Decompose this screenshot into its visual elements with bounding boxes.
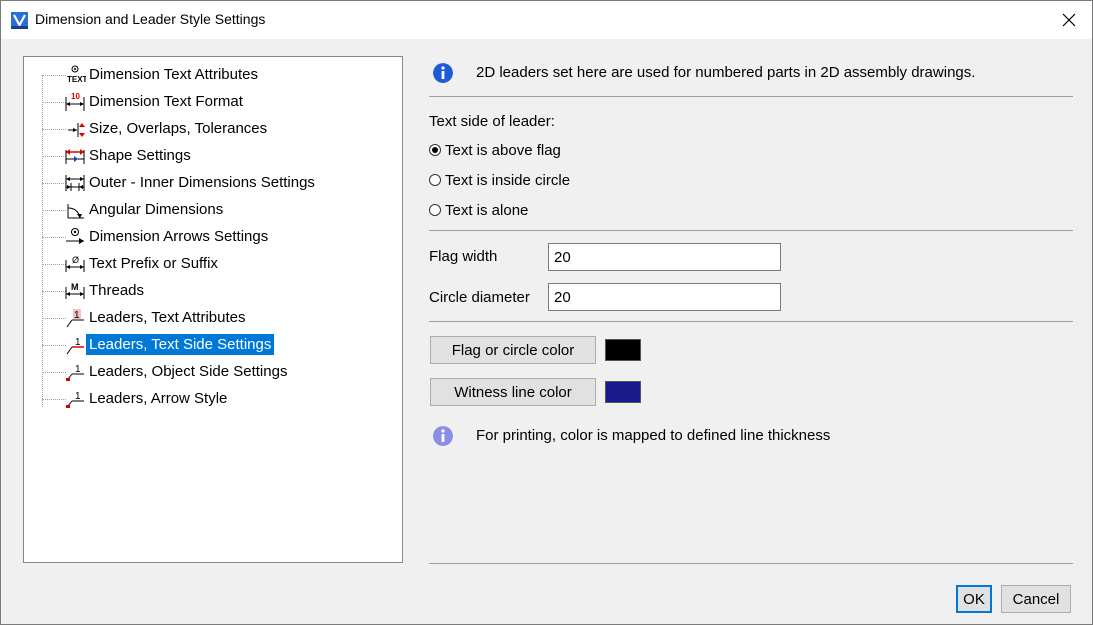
tree-item-text-prefix-suffix[interactable]: Ø Text Prefix or Suffix — [24, 252, 402, 276]
info-icon — [433, 426, 453, 446]
outer-inner-dimensions-icon — [65, 175, 85, 191]
close-button[interactable] — [1046, 1, 1092, 39]
tree-item-angular-dimensions[interactable]: Angular Dimensions — [24, 198, 402, 222]
tree-item-dimension-text-attributes[interactable]: TEXT Dimension Text Attributes — [24, 63, 402, 87]
close-icon — [1062, 13, 1076, 27]
radio-label: Text is inside circle — [445, 171, 571, 189]
leader-arrow-style-icon: 1 — [66, 391, 84, 408]
cancel-button[interactable]: Cancel — [1001, 585, 1071, 613]
ok-button[interactable]: OK — [956, 585, 992, 613]
tree-item-threads[interactable]: M Threads — [24, 279, 402, 303]
svg-text:1: 1 — [75, 391, 81, 402]
tree-item-label: Size, Overlaps, Tolerances — [89, 120, 268, 137]
tree-item-label: Leaders, Text Side Settings — [86, 334, 275, 355]
tree-item-label: Leaders, Arrow Style — [89, 390, 228, 407]
text-prefix-suffix-icon: Ø — [65, 255, 85, 272]
radio-button[interactable] — [429, 204, 441, 216]
angular-dimensions-icon — [67, 204, 84, 219]
tree-item-leaders-text-attributes[interactable]: 1 Leaders, Text Attributes — [24, 306, 402, 330]
info-icon — [433, 63, 453, 83]
separator — [429, 230, 1073, 231]
threads-icon: M — [65, 282, 85, 299]
dimension-text-attributes-icon: TEXT — [67, 65, 86, 84]
app-logo-icon — [11, 12, 28, 29]
tree-item-label: Dimension Text Format — [89, 93, 243, 110]
leader-text-attributes-icon: 1 — [66, 309, 84, 328]
tree-item-label: Text Prefix or Suffix — [89, 255, 218, 272]
tree-item-outer-inner-dimensions[interactable]: Outer - Inner Dimensions Settings — [24, 171, 402, 195]
svg-text:Ø: Ø — [72, 255, 79, 265]
radio-text-inside-circle[interactable]: Text is inside circle — [429, 169, 570, 191]
svg-text:1: 1 — [75, 364, 81, 375]
radio-label: Text is alone — [445, 201, 529, 219]
flag-width-input[interactable] — [548, 243, 781, 271]
dialog-window: Dimension and Leader Style Settings TEXT… — [0, 0, 1093, 625]
flag-color-swatch[interactable] — [605, 339, 641, 361]
tree-item-label: Dimension Arrows Settings — [89, 228, 269, 245]
info-message-top: 2D leaders set here are used for numbere… — [476, 64, 976, 81]
text-side-label: Text side of leader: — [429, 113, 555, 130]
settings-tree[interactable]: TEXT Dimension Text Attributes 10 Dimens… — [23, 56, 403, 563]
separator — [429, 321, 1073, 322]
witness-line-color-button[interactable]: Witness line color — [430, 378, 596, 406]
dimension-text-format-icon: 10 — [65, 92, 85, 111]
tree-item-label: Shape Settings — [89, 147, 191, 164]
tree-item-leaders-object-side[interactable]: 1 Leaders, Object Side Settings — [24, 360, 402, 384]
leader-object-side-icon: 1 — [66, 364, 84, 381]
tree-item-label: Dimension Text Attributes — [89, 66, 258, 83]
tree-item-leaders-text-side[interactable]: 1 Leaders, Text Side Settings — [24, 333, 402, 357]
tree-item-label: Angular Dimensions — [89, 201, 224, 218]
tree-item-label: Outer - Inner Dimensions Settings — [89, 174, 315, 191]
tree-item-dimension-text-format[interactable]: 10 Dimension Text Format — [24, 90, 402, 114]
separator — [429, 563, 1073, 564]
svg-text:M: M — [71, 282, 79, 292]
svg-text:1: 1 — [74, 310, 80, 321]
svg-text:TEXT: TEXT — [67, 75, 86, 84]
svg-text:10: 10 — [71, 92, 80, 101]
tree-item-size-overlaps-tolerances[interactable]: Size, Overlaps, Tolerances — [24, 117, 402, 141]
flag-color-button[interactable]: Flag or circle color — [430, 336, 596, 364]
witness-line-color-swatch[interactable] — [605, 381, 641, 403]
tree-item-label: Leaders, Object Side Settings — [89, 363, 288, 380]
radio-text-above-flag[interactable]: Text is above flag — [429, 139, 561, 161]
radio-button[interactable] — [429, 144, 441, 156]
dimension-arrows-icon — [66, 228, 84, 244]
leader-text-side-icon: 1 — [66, 337, 84, 355]
flag-width-label: Flag width — [429, 248, 498, 265]
shape-settings-icon — [65, 149, 85, 164]
window-title: Dimension and Leader Style Settings — [35, 11, 266, 27]
circle-diameter-label: Circle diameter — [429, 289, 530, 306]
tree-item-dimension-arrows[interactable]: Dimension Arrows Settings — [24, 225, 402, 249]
title-bar: Dimension and Leader Style Settings — [1, 1, 1092, 39]
circle-diameter-input[interactable] — [548, 283, 781, 311]
tree-item-label: Threads — [89, 282, 145, 299]
info-message-bottom: For printing, color is mapped to defined… — [476, 427, 831, 444]
tree-item-leaders-arrow-style[interactable]: 1 Leaders, Arrow Style — [24, 387, 402, 411]
separator — [429, 96, 1073, 97]
radio-label: Text is above flag — [445, 141, 561, 159]
tree-item-label: Leaders, Text Attributes — [89, 309, 246, 326]
tree-item-shape-settings[interactable]: Shape Settings — [24, 144, 402, 168]
radio-text-alone[interactable]: Text is alone — [429, 199, 528, 221]
radio-button[interactable] — [429, 174, 441, 186]
size-overlaps-icon — [68, 123, 85, 137]
